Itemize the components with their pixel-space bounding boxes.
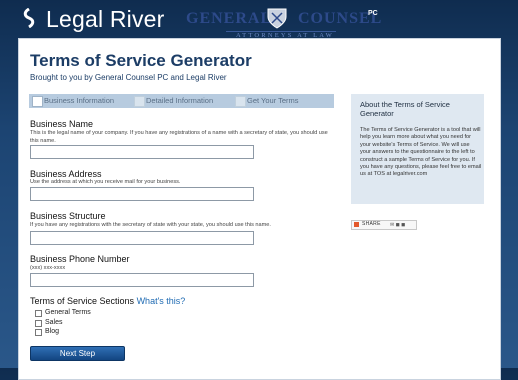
business-address-help: Use the address at which you receive mai…	[30, 179, 181, 185]
business-structure-input[interactable]	[30, 231, 254, 245]
next-step-button[interactable]: Next Step	[30, 346, 125, 361]
whats-this-link[interactable]: What's this?	[137, 296, 186, 306]
business-phone-label: Business Phone Number	[30, 254, 130, 264]
step-label: Get Your Terms	[247, 96, 299, 105]
tos-sections-title: Terms of Service Sections	[30, 296, 135, 306]
business-name-label: Business Name	[30, 119, 94, 129]
partner-name-left: GENERAL	[186, 10, 273, 27]
business-structure-help: If you have any registrations with the s…	[30, 222, 271, 228]
blog-checkbox[interactable]	[35, 329, 42, 336]
checkbox-label: General Terms	[45, 309, 91, 316]
business-name-input[interactable]	[30, 145, 254, 159]
partner-suffix: PC	[368, 10, 378, 17]
about-body: The Terms of Service Generator is a tool…	[360, 127, 482, 178]
checkbox-label: Sales	[45, 319, 63, 326]
business-name-help: This is the legal name of your company. …	[30, 130, 328, 144]
main-content: Terms of Service Generator Brought to yo…	[18, 38, 501, 380]
shield-icon	[267, 8, 287, 29]
business-phone-help: (xxx) xxx-xxxx	[30, 265, 66, 271]
page-subtitle: Brought to you by General Counsel PC and…	[30, 73, 227, 82]
step-label: Detailed Information	[146, 96, 214, 105]
business-structure-label: Business Structure	[30, 211, 106, 221]
step-progress-bar: Business Information Detailed Informatio…	[29, 94, 334, 108]
business-phone-input[interactable]	[30, 273, 254, 287]
general-terms-checkbox[interactable]	[35, 310, 42, 317]
general-counsel-logo[interactable]: GENERAL COUNSEL PC ATTORNEYS AT LAW	[186, 8, 381, 39]
step-label: Business Information	[44, 96, 115, 105]
step-business-information[interactable]: Business Information	[29, 94, 129, 108]
step-indicator	[32, 96, 43, 107]
business-address-input[interactable]	[30, 187, 254, 201]
share-label: SHARE	[362, 221, 381, 227]
checkbox-label: Blog	[45, 328, 60, 335]
step-indicator	[134, 96, 145, 107]
site-name[interactable]: Legal River	[46, 6, 165, 33]
legal-river-logo-icon[interactable]	[20, 8, 38, 28]
step-get-your-terms[interactable]: Get Your Terms	[232, 94, 332, 108]
step-indicator	[235, 96, 246, 107]
site-header: Legal River GENERAL COUNSEL PC ATTORNEYS…	[0, 0, 518, 39]
social-icons: ✉ ◼ ◼	[390, 222, 406, 228]
share-plus-icon	[354, 222, 359, 227]
tos-sections-label: Terms of Service Sections What's this?	[30, 296, 185, 306]
step-detailed-information[interactable]: Detailed Information	[131, 94, 231, 108]
page-title: Terms of Service Generator	[30, 51, 252, 70]
sales-checkbox[interactable]	[35, 320, 42, 327]
about-panel: About the Terms of Service Generator The…	[351, 94, 484, 204]
share-button[interactable]: SHARE ✉ ◼ ◼	[351, 220, 417, 230]
about-title: About the Terms of Service Generator	[360, 100, 450, 118]
business-address-label: Business Address	[30, 169, 102, 179]
